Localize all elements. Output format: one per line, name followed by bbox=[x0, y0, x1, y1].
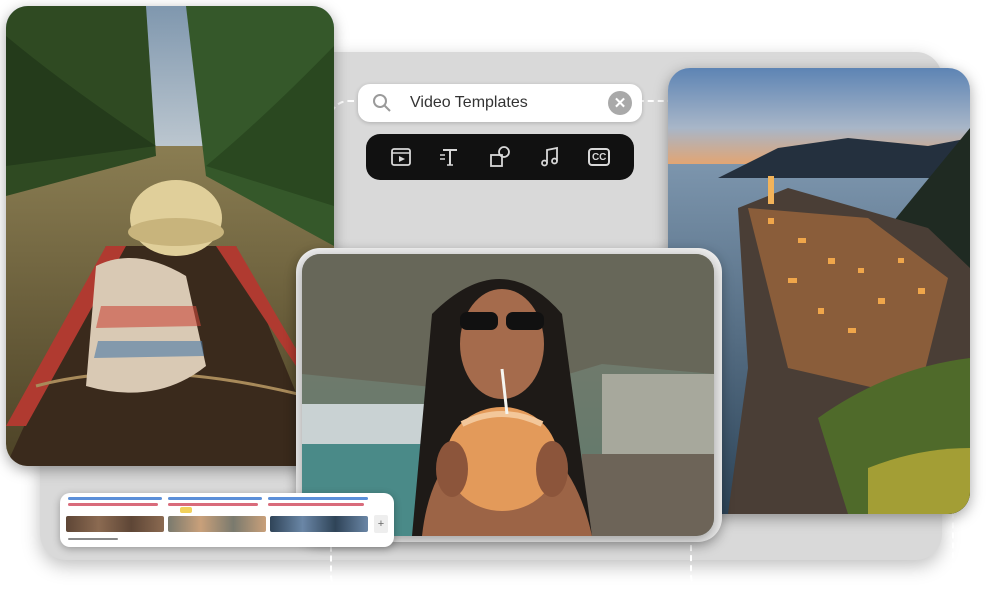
timeline-track-bar bbox=[168, 497, 262, 500]
timeline-track-bar bbox=[68, 503, 158, 506]
timeline-track-bar bbox=[68, 497, 162, 500]
timeline-clip[interactable] bbox=[270, 516, 368, 532]
video-timeline[interactable]: + bbox=[60, 493, 394, 547]
captions-label: CC bbox=[588, 148, 611, 166]
timeline-clip[interactable] bbox=[168, 516, 266, 532]
film-icon[interactable] bbox=[388, 144, 414, 170]
timeline-marker[interactable] bbox=[180, 507, 192, 513]
shapes-icon[interactable] bbox=[487, 144, 513, 170]
editor-toolbar: CC bbox=[366, 134, 634, 180]
template-search-bar[interactable]: Video Templates ✕ bbox=[358, 84, 642, 122]
close-icon[interactable]: ✕ bbox=[608, 91, 632, 115]
music-note-icon[interactable] bbox=[537, 144, 563, 170]
add-clip-button[interactable]: + bbox=[374, 515, 388, 533]
timeline-track-bar bbox=[268, 503, 364, 506]
timeline-track-bar bbox=[268, 497, 368, 500]
search-icon bbox=[373, 94, 391, 112]
scrub-bar[interactable] bbox=[68, 538, 118, 540]
timeline-clip[interactable] bbox=[66, 516, 164, 532]
timeline-track-bar bbox=[168, 503, 258, 506]
river-boat-photo[interactable] bbox=[6, 6, 334, 466]
search-input[interactable]: Video Templates bbox=[410, 94, 528, 112]
text-icon[interactable] bbox=[437, 144, 463, 170]
captions-icon[interactable]: CC bbox=[586, 144, 612, 170]
